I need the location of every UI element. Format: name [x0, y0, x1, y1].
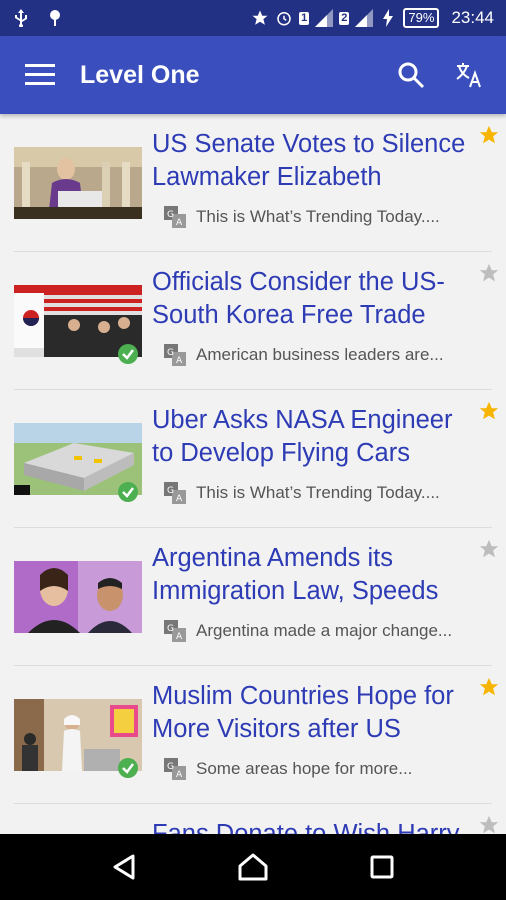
article-title[interactable]: Argentina Amends its Immigration Law, Sp…: [152, 542, 492, 612]
star-icon[interactable]: [478, 814, 500, 834]
sim2-badge: 2: [339, 11, 350, 25]
list-item[interactable]: US Senate Votes to Silence Lawmaker Eliz…: [0, 114, 506, 252]
article-title[interactable]: US Senate Votes to Silence Lawmaker Eliz…: [152, 128, 492, 198]
recents-button[interactable]: [352, 837, 412, 897]
list-item[interactable]: Fans Donate to Wish Harry: [0, 804, 506, 834]
read-check-icon: [118, 482, 138, 502]
article-snippet: Argentina made a major change...: [196, 621, 453, 640]
star-icon[interactable]: [478, 124, 500, 146]
translate-icon: [456, 63, 481, 88]
svg-text:A: A: [176, 356, 183, 366]
app-bar: Level One: [0, 36, 506, 114]
svg-text:G: G: [167, 210, 174, 220]
svg-text:A: A: [176, 494, 183, 504]
android-debug-icon: [46, 9, 64, 27]
alarm-icon: [275, 9, 293, 27]
hamburger-icon: [25, 64, 55, 85]
article-snippet-row: GA Some areas hope for more...: [164, 758, 490, 780]
list-item[interactable]: Uber Asks NASA Engineer to Develop Flyin…: [0, 390, 506, 528]
clock: 23:44: [451, 8, 494, 27]
signal-icon: [355, 9, 374, 27]
svg-text:G: G: [167, 486, 174, 496]
sim1-badge: 1: [299, 11, 310, 25]
star-status-icon: [251, 9, 269, 27]
star-icon[interactable]: [478, 262, 500, 284]
search-icon: [398, 62, 425, 89]
list-item[interactable]: Officials Consider the US- South Korea F…: [0, 252, 506, 390]
list-item[interactable]: Muslim Countries Hope for More Visitors …: [0, 666, 506, 804]
svg-text:G: G: [167, 762, 174, 772]
article-snippet: American business leaders are...: [196, 345, 444, 364]
charging-icon: [379, 9, 397, 27]
translate-icon: GA: [164, 206, 186, 228]
article-snippet-row: GA This is What’s Trending Today....: [164, 482, 490, 504]
search-button[interactable]: [382, 36, 440, 114]
article-title[interactable]: Muslim Countries Hope for More Visitors …: [152, 680, 492, 750]
translate-icon: GA: [164, 482, 186, 504]
article-thumbnail: [14, 147, 142, 219]
back-triangle-icon: [113, 854, 135, 880]
article-thumbnail: [14, 561, 142, 633]
back-button[interactable]: [94, 837, 154, 897]
read-check-icon: [118, 344, 138, 364]
page-title: Level One: [80, 60, 200, 89]
translate-icon: GA: [164, 620, 186, 642]
article-snippet-row: GA American business leaders are...: [164, 344, 490, 366]
menu-button[interactable]: [0, 36, 80, 114]
status-bar: 1 2 79% 23:44: [0, 0, 506, 36]
svg-text:G: G: [167, 348, 174, 358]
read-check-icon: [118, 758, 138, 778]
star-icon[interactable]: [478, 538, 500, 560]
svg-text:A: A: [176, 770, 183, 780]
usb-icon: [12, 9, 30, 27]
svg-text:A: A: [176, 632, 183, 642]
star-icon[interactable]: [478, 676, 500, 698]
article-title[interactable]: Uber Asks NASA Engineer to Develop Flyin…: [152, 404, 492, 474]
article-snippet: Some areas hope for more...: [196, 759, 413, 778]
article-snippet: This is What’s Trending Today....: [196, 483, 440, 502]
svg-text:G: G: [167, 624, 174, 634]
article-snippet-row: GA This is What’s Trending Today....: [164, 206, 490, 228]
article-title[interactable]: Fans Donate to Wish Harry: [152, 818, 492, 834]
home-button[interactable]: [223, 837, 283, 897]
signal-icon: [315, 9, 334, 27]
article-snippet-row: GA Argentina made a major change...: [164, 620, 490, 642]
translate-button[interactable]: [440, 36, 498, 114]
translate-icon: GA: [164, 758, 186, 780]
translate-icon: GA: [164, 344, 186, 366]
list-item[interactable]: Argentina Amends its Immigration Law, Sp…: [0, 528, 506, 666]
article-snippet: This is What’s Trending Today....: [196, 207, 440, 226]
article-list[interactable]: US Senate Votes to Silence Lawmaker Eliz…: [0, 114, 506, 834]
home-icon: [238, 853, 268, 881]
battery-indicator: 79%: [403, 8, 440, 28]
svg-text:A: A: [176, 218, 183, 228]
recents-square-icon: [370, 855, 394, 879]
star-icon[interactable]: [478, 400, 500, 422]
system-nav-bar: [0, 834, 506, 900]
article-title[interactable]: Officials Consider the US- South Korea F…: [152, 266, 492, 336]
